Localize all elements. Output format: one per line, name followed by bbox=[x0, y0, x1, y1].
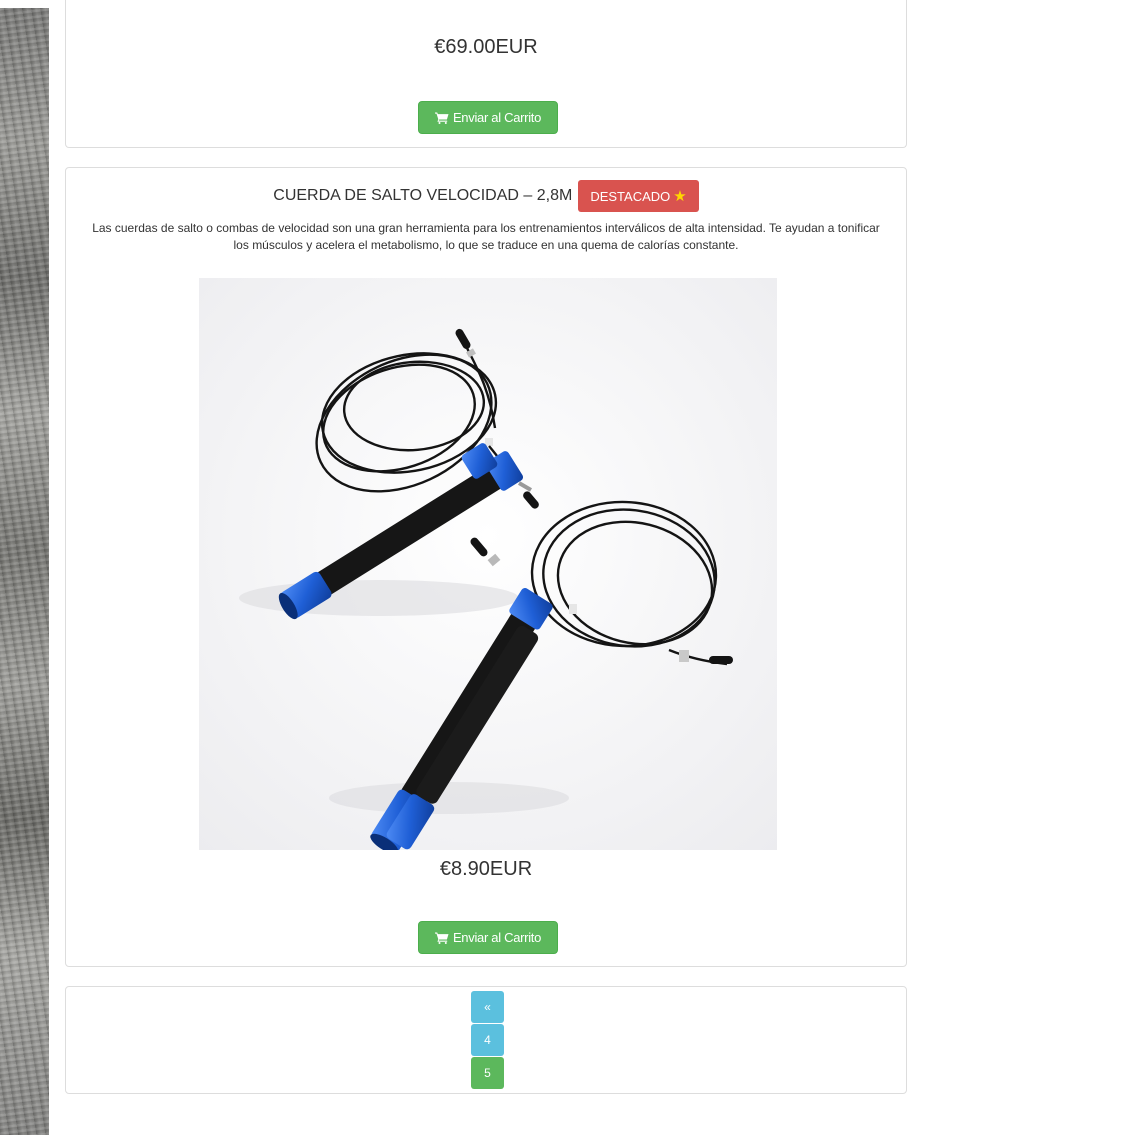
jump-rope-illustration bbox=[199, 278, 777, 850]
add-to-cart-label: Enviar al Carrito bbox=[452, 930, 542, 945]
product-card-previous: €69.00EUR Enviar al Carrito bbox=[65, 0, 907, 148]
featured-badge-label: DESTACADO bbox=[590, 188, 671, 204]
product-price: €69.00EUR bbox=[434, 36, 538, 58]
background-texture bbox=[0, 8, 49, 1135]
pagination-card: « 4 5 bbox=[65, 986, 907, 1094]
add-to-cart-label: Enviar al Carrito bbox=[452, 110, 542, 125]
product-title: CUERDA DE SALTO VELOCIDAD – 2,8M bbox=[273, 187, 573, 204]
shopping-cart-icon bbox=[434, 932, 449, 944]
product-description: Las cuerdas de salto o combas de velocid… bbox=[92, 221, 880, 252]
pagination-page-4[interactable]: 4 bbox=[471, 1024, 504, 1056]
star-icon: ★ bbox=[673, 188, 687, 205]
pagination-prev-button[interactable]: « bbox=[471, 991, 504, 1023]
add-to-cart-button[interactable]: Enviar al Carrito bbox=[418, 101, 558, 134]
shopping-cart-icon bbox=[434, 112, 449, 124]
product-image bbox=[199, 278, 777, 850]
pagination-page-5[interactable]: 5 bbox=[471, 1057, 504, 1089]
product-card: CUERDA DE SALTO VELOCIDAD – 2,8M DESTACA… bbox=[65, 167, 907, 967]
pagination: « 4 5 bbox=[471, 991, 504, 1089]
add-to-cart-button[interactable]: Enviar al Carrito bbox=[418, 921, 558, 954]
product-title-row: CUERDA DE SALTO VELOCIDAD – 2,8M DESTACA… bbox=[66, 180, 906, 212]
page: €69.00EUR Enviar al Carrito CUERDA DE SA… bbox=[0, 0, 1135, 1135]
featured-badge: DESTACADO ★ bbox=[578, 180, 699, 212]
product-price: €8.90EUR bbox=[439, 858, 533, 880]
